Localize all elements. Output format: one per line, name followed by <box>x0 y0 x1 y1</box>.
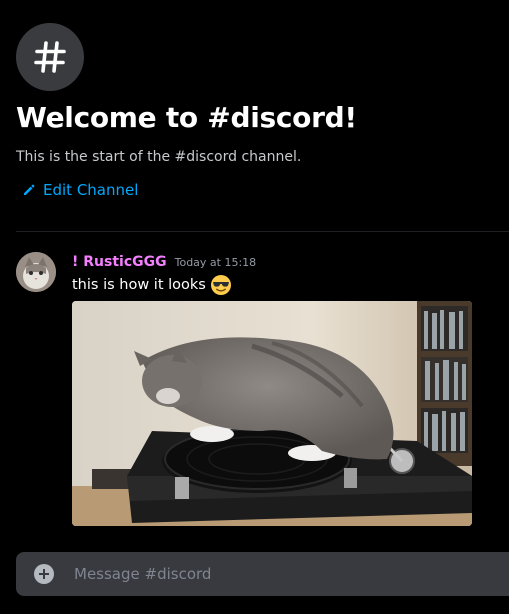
channel-hash-avatar <box>16 23 84 91</box>
timestamp: Today at 15:18 <box>174 256 257 269</box>
edit-channel-label[interactable]: Edit Channel <box>43 181 138 199</box>
username[interactable]: ! RusticGGG <box>72 254 167 270</box>
welcome-subtitle: This is the start of the #discord channe… <box>16 149 302 165</box>
message-header: ! RusticGGG Today at 15:18 <box>72 254 256 270</box>
message-composer <box>16 552 509 596</box>
plus-circle-icon[interactable] <box>34 564 54 584</box>
pencil-icon <box>24 184 35 195</box>
welcome-title: Welcome to #discord! <box>16 101 357 134</box>
edit-channel-button[interactable]: Edit Channel <box>22 181 138 199</box>
cat-turntable-image <box>72 301 472 526</box>
message-input[interactable] <box>72 564 509 584</box>
sunglasses-emoji-icon <box>210 275 231 295</box>
message-content: this is how it looks <box>72 274 232 296</box>
hash-icon <box>34 41 66 73</box>
gif-attachment[interactable] <box>72 301 472 526</box>
divider <box>16 231 509 232</box>
avatar[interactable] <box>16 252 56 292</box>
chat-view: Welcome to #discord! This is the start o… <box>0 0 509 614</box>
cat-avatar-image <box>16 252 56 292</box>
message-text: this is how it looks <box>72 277 206 293</box>
